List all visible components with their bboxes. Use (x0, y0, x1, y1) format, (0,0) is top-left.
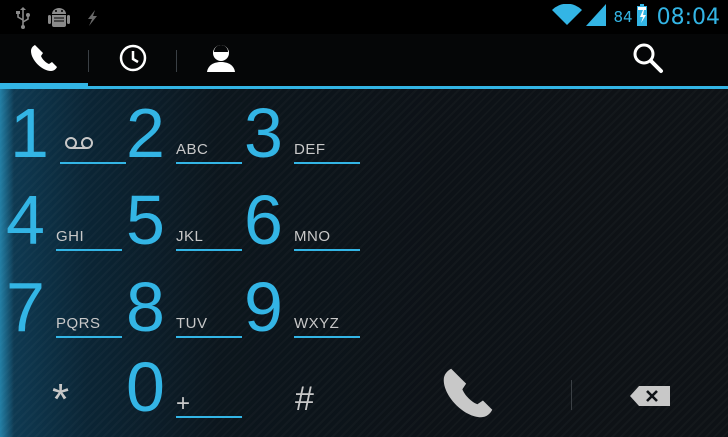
key-letters: JKL (176, 228, 204, 245)
key-9[interactable]: 9 WXYZ (242, 270, 360, 356)
battery-icon (636, 4, 647, 30)
key-5[interactable]: 5 JKL (124, 183, 242, 269)
key-underline (176, 416, 242, 418)
key-letters: WXYZ (294, 315, 340, 332)
key-digit: 5 (126, 181, 165, 259)
key-4[interactable]: 4 GHI (4, 183, 122, 269)
key-pound[interactable]: # (295, 382, 314, 416)
key-letters: ABC (176, 141, 209, 158)
phone-icon (29, 43, 59, 77)
call-button[interactable] (430, 360, 506, 430)
key-digit: 3 (244, 94, 283, 172)
key-underline (294, 336, 360, 338)
key-star[interactable]: * (52, 378, 69, 422)
key-letters: DEF (294, 141, 326, 158)
battery-percent: 84 (613, 8, 633, 26)
key-underline (60, 162, 126, 164)
key-8[interactable]: 8 TUV (124, 270, 242, 356)
search-button[interactable] (622, 34, 674, 86)
signal-icon (585, 4, 606, 30)
key-underline (294, 249, 360, 251)
key-digit: 4 (6, 181, 45, 259)
tab-contacts[interactable] (178, 34, 264, 86)
key-underline (56, 336, 122, 338)
voicemail-icon (64, 135, 94, 154)
status-bar: 84 08:04 (0, 0, 728, 34)
key-digit: 1 (10, 94, 49, 172)
key-1[interactable]: 1 (8, 96, 126, 182)
backspace-icon (630, 386, 670, 410)
key-digit: 7 (6, 268, 45, 346)
key-2[interactable]: 2 ABC (124, 96, 242, 182)
key-digit: 0 (126, 348, 165, 426)
key-letters: MNO (294, 228, 331, 245)
contact-icon (205, 42, 237, 78)
key-0[interactable]: 0 + (124, 350, 242, 436)
key-letters: PQRS (56, 315, 101, 332)
key-digit: 8 (126, 268, 165, 346)
usb-icon (14, 7, 32, 33)
key-6[interactable]: 6 MNO (242, 183, 360, 269)
key-letters: GHI (56, 228, 85, 245)
key-underline (176, 336, 242, 338)
android-debug-icon (48, 6, 70, 34)
key-letters: TUV (176, 315, 208, 332)
key-underline (294, 162, 360, 164)
phone-call-icon (440, 365, 496, 425)
key-letters: + (176, 390, 191, 417)
delete-button[interactable] (622, 380, 678, 416)
tab-phone[interactable] (0, 34, 88, 88)
tab-divider (176, 50, 177, 72)
charging-bolt-icon (86, 10, 98, 30)
clock-icon (118, 43, 148, 77)
key-7[interactable]: 7 PQRS (4, 270, 122, 356)
key-3[interactable]: 3 DEF (242, 96, 360, 182)
tab-divider (88, 50, 89, 72)
key-underline (176, 249, 242, 251)
key-digit: 6 (244, 181, 283, 259)
tab-recent[interactable] (90, 34, 176, 86)
key-digit: 2 (126, 94, 165, 172)
wifi-icon (551, 3, 582, 30)
key-digit: 9 (244, 268, 283, 346)
action-divider (571, 380, 572, 410)
search-icon (631, 41, 665, 79)
clock-time: 08:04 (656, 4, 720, 30)
action-bar (0, 34, 728, 88)
key-underline (176, 162, 242, 164)
key-underline (56, 249, 122, 251)
